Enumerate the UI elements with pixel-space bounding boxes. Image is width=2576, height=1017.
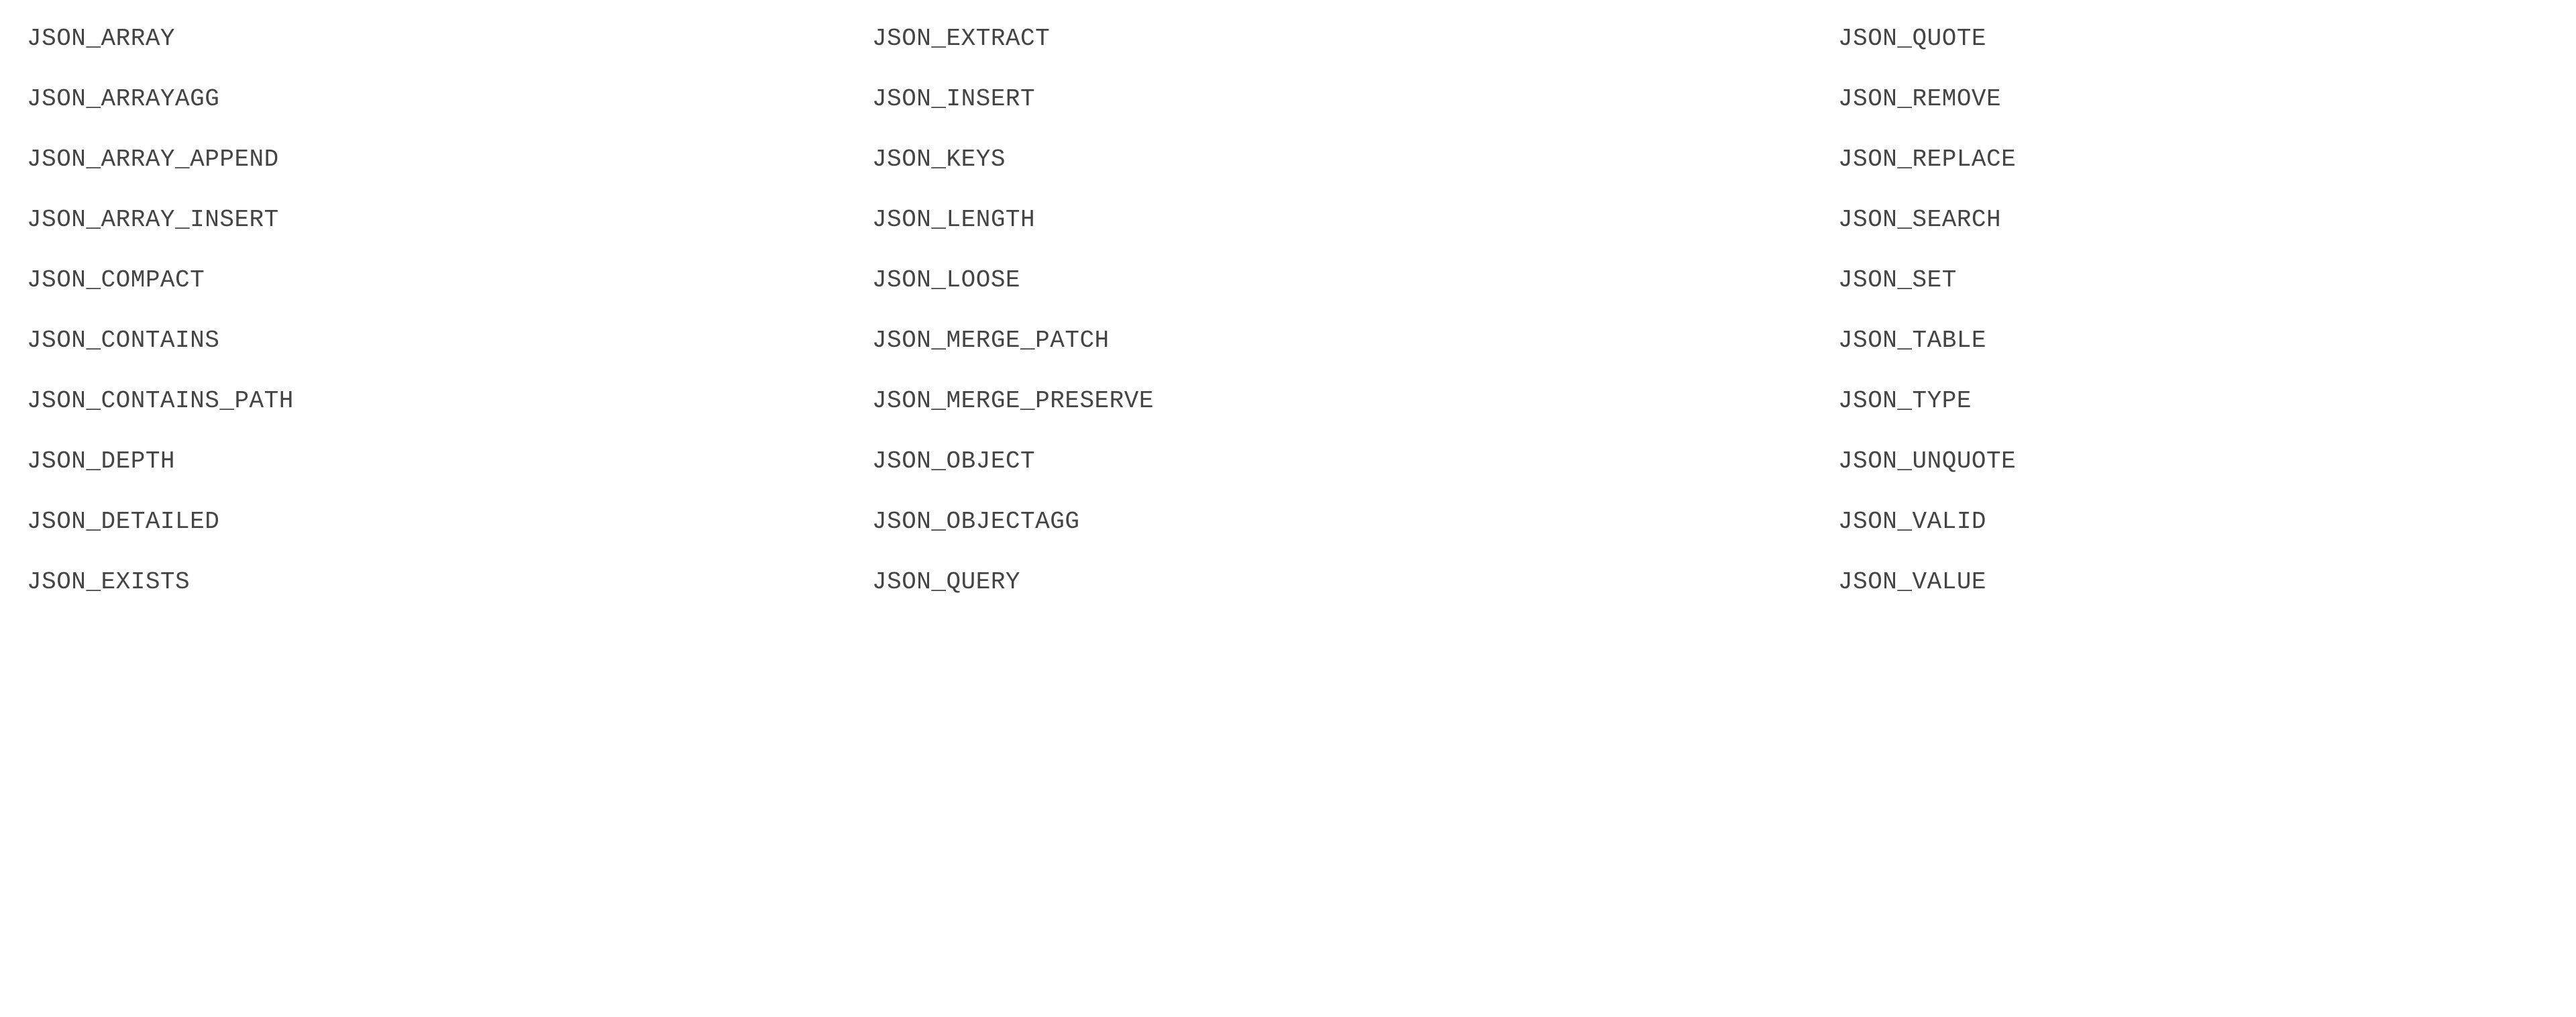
list-item: JSON_QUOTE bbox=[1838, 20, 2576, 81]
list-item: JSON_OBJECTAGG bbox=[872, 503, 1838, 564]
list-item: JSON_CONTAINS_PATH bbox=[27, 382, 872, 443]
list-item: JSON_COMPACT bbox=[27, 262, 872, 322]
column-3: JSON_QUOTE JSON_REMOVE JSON_REPLACE JSON… bbox=[1838, 20, 2576, 624]
list-item: JSON_CONTAINS bbox=[27, 322, 872, 382]
list-item: JSON_REMOVE bbox=[1838, 81, 2576, 141]
list-item: JSON_EXTRACT bbox=[872, 20, 1838, 81]
list-item: JSON_INSERT bbox=[872, 81, 1838, 141]
list-item: JSON_QUERY bbox=[872, 564, 1838, 624]
list-item: JSON_ARRAYAGG bbox=[27, 81, 872, 141]
list-item: JSON_UNQUOTE bbox=[1838, 443, 2576, 503]
list-item: JSON_KEYS bbox=[872, 141, 1838, 201]
column-2: JSON_EXTRACT JSON_INSERT JSON_KEYS JSON_… bbox=[872, 20, 1838, 624]
list-item: JSON_ARRAY_INSERT bbox=[27, 201, 872, 262]
list-item: JSON_DETAILED bbox=[27, 503, 872, 564]
list-item: JSON_LENGTH bbox=[872, 201, 1838, 262]
list-item: JSON_LOOSE bbox=[872, 262, 1838, 322]
list-item: JSON_MERGE_PATCH bbox=[872, 322, 1838, 382]
list-item: JSON_VALUE bbox=[1838, 564, 2576, 624]
list-item: JSON_ARRAY bbox=[27, 20, 872, 81]
list-item: JSON_TABLE bbox=[1838, 322, 2576, 382]
function-list-container: JSON_ARRAY JSON_ARRAYAGG JSON_ARRAY_APPE… bbox=[0, 0, 2576, 644]
list-item: JSON_SEARCH bbox=[1838, 201, 2576, 262]
list-item: JSON_OBJECT bbox=[872, 443, 1838, 503]
list-item: JSON_ARRAY_APPEND bbox=[27, 141, 872, 201]
column-1: JSON_ARRAY JSON_ARRAYAGG JSON_ARRAY_APPE… bbox=[27, 20, 872, 624]
list-item: JSON_TYPE bbox=[1838, 382, 2576, 443]
list-item: JSON_DEPTH bbox=[27, 443, 872, 503]
list-item: JSON_SET bbox=[1838, 262, 2576, 322]
list-item: JSON_REPLACE bbox=[1838, 141, 2576, 201]
list-item: JSON_VALID bbox=[1838, 503, 2576, 564]
list-item: JSON_MERGE_PRESERVE bbox=[872, 382, 1838, 443]
list-item: JSON_EXISTS bbox=[27, 564, 872, 624]
